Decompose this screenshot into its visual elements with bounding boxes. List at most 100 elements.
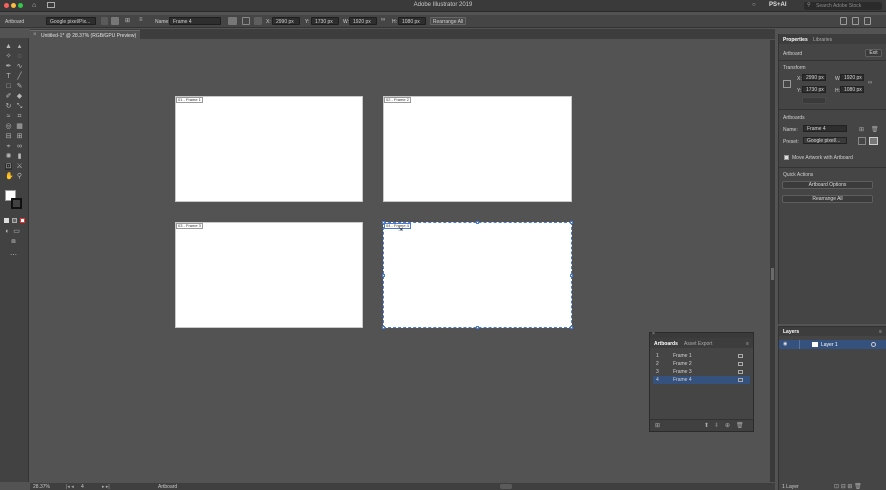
workspace-name[interactable]: PS+AI [769, 2, 787, 8]
rearrange-all-button[interactable]: Rearrange All [430, 17, 466, 25]
layers-footer-icons[interactable]: ⊡ ⊟ ⊞ 🗑 [834, 483, 862, 490]
blend-tool-icon[interactable]: ∞ [16, 143, 23, 150]
close-tab-icon[interactable]: × [33, 32, 37, 38]
artboard-list-item[interactable]: 1 Frame 1 [653, 352, 750, 360]
artboard-options-icon[interactable] [738, 378, 743, 382]
artboard-name[interactable]: Frame 4 [673, 376, 692, 384]
artboard-label[interactable]: 03 - Frame 3 [176, 223, 203, 229]
new-artboard-icon[interactable]: ⊞ [859, 126, 864, 133]
resize-handle[interactable] [570, 326, 573, 329]
tab-asset-export[interactable]: Asset Export [684, 341, 712, 347]
mesh-tool-icon[interactable]: ⊞ [16, 133, 23, 140]
symbol-sprayer-tool-icon[interactable]: ✺ [5, 153, 12, 160]
artboard-options-button[interactable]: Artboard Options [782, 181, 873, 189]
lasso-tool-icon[interactable]: ◌ [16, 53, 23, 60]
constrain-proportions-icon[interactable]: ∞ [868, 80, 872, 86]
resize-handle[interactable] [570, 274, 573, 277]
artboard-list-item[interactable]: 3 Frame 3 [653, 368, 750, 376]
delete-artboard-icon[interactable]: 🗑 [871, 126, 879, 133]
preset-dropdown[interactable]: Google pixel/Pix... [46, 17, 96, 25]
resize-handle[interactable] [476, 221, 479, 224]
artboard-name[interactable]: Frame 2 [673, 360, 692, 368]
document-tab[interactable]: × Untitled-1* @ 28.37% (RGB/GPU Preview) [30, 30, 140, 39]
artboard-2[interactable]: 02 - Frame 2 [383, 96, 572, 202]
warp-tool-icon[interactable]: ≈ [5, 113, 12, 120]
panel-menu-icon[interactable]: ≡ [879, 329, 882, 335]
artboard-list-item-selected[interactable]: 4 Frame 4 [653, 376, 750, 384]
magic-wand-tool-icon[interactable]: ✧ [5, 53, 12, 60]
w-field[interactable]: 1920 px [840, 74, 864, 81]
artboard-name[interactable]: Frame 1 [673, 352, 692, 360]
portrait-button[interactable] [101, 17, 108, 25]
layer-name[interactable]: Layer 1 [821, 342, 838, 348]
w-field[interactable]: 1920 px [349, 17, 377, 25]
free-transform-tool-icon[interactable]: ⌗ [16, 113, 23, 120]
rotation-field[interactable] [802, 97, 826, 104]
direct-selection-tool-icon[interactable]: ▴ [16, 43, 23, 50]
change-screen-mode-icon[interactable]: ⧈ [10, 238, 17, 245]
artboard-label[interactable]: 01 - Frame 1 [176, 97, 203, 103]
artboard-label[interactable]: 02 - Frame 2 [384, 97, 411, 103]
shape-builder-tool-icon[interactable]: ◎ [5, 123, 12, 130]
new-artboard-icon[interactable]: ⊞ [125, 17, 133, 25]
link-icon[interactable]: ∞ [381, 17, 388, 25]
rearrange-icon[interactable]: ⊞ [655, 422, 660, 429]
tab-properties[interactable]: Properties [783, 37, 808, 43]
panel-menu-icon[interactable]: ≡ [746, 341, 749, 347]
x-field[interactable]: 2990 px [802, 74, 826, 81]
live-paint-tool-icon[interactable]: ▦ [16, 123, 23, 130]
artboard-4-selected[interactable]: 04 - Frame 4 ⇲ [382, 221, 573, 329]
y-field[interactable]: 1730 px [802, 86, 826, 93]
h-field[interactable]: 1080 px [398, 17, 426, 25]
artboard-options-icon[interactable] [738, 370, 743, 374]
artboard-nav-next-icon[interactable]: ▸ ▸| [102, 484, 110, 490]
send-to-icon[interactable] [852, 17, 859, 25]
rearrange-all-button[interactable]: Rearrange All [782, 195, 873, 203]
portrait-button[interactable] [858, 137, 866, 145]
resize-handle[interactable] [382, 221, 385, 224]
none-mode-icon[interactable] [20, 218, 25, 223]
tab-artboards[interactable]: Artboards [654, 341, 678, 347]
tab-libraries[interactable]: Libraries [813, 37, 832, 43]
shaper-tool-icon[interactable]: ✐ [5, 93, 12, 100]
close-panel-icon[interactable]: × [652, 331, 655, 337]
resize-handle[interactable] [382, 326, 385, 329]
selection-tool-icon[interactable]: ▲ [5, 43, 12, 50]
delete-artboard-icon[interactable]: ≡ [139, 17, 147, 25]
target-icon[interactable] [871, 342, 876, 347]
horizontal-scroll-thumb[interactable] [500, 484, 512, 489]
arrange-documents-icon[interactable] [840, 17, 847, 25]
move-artwork-checkbox[interactable] [784, 155, 789, 160]
artboard-tool-icon[interactable]: ⊡ [5, 163, 12, 170]
artboard-options-icon[interactable] [738, 362, 743, 366]
rectangle-tool-icon[interactable]: □ [5, 83, 12, 90]
perspective-grid-tool-icon[interactable]: ⊟ [5, 133, 12, 140]
x-field[interactable]: 2990 px [272, 17, 300, 25]
reference-point-icon[interactable] [783, 80, 791, 88]
artboard-name-field[interactable]: Frame 4 [169, 17, 221, 25]
zoom-tool-icon[interactable]: ⚲ [16, 173, 23, 180]
artboard-options-icon[interactable] [738, 354, 743, 358]
artboard-options-icon[interactable] [242, 17, 250, 25]
h-field[interactable]: 1080 px [840, 86, 864, 93]
resize-handle[interactable] [570, 221, 573, 224]
artboard-3[interactable]: 03 - Frame 3 [175, 222, 363, 328]
exit-button[interactable]: Exit [865, 49, 882, 57]
gradient-mode-icon[interactable] [12, 218, 17, 223]
hand-tool-icon[interactable]: ✋ [5, 173, 14, 180]
delete-artboard-icon[interactable]: 🗑 [736, 422, 744, 429]
eraser-tool-icon[interactable]: ◆ [16, 93, 23, 100]
color-mode-icon[interactable] [4, 218, 9, 223]
edit-toolbar-icon[interactable]: ⋯ [10, 252, 17, 259]
new-artboard-icon[interactable]: ⊕ [725, 422, 730, 429]
drawing-mode-icon[interactable]: ◐ [4, 228, 11, 235]
vertical-scroll-thumb[interactable] [771, 268, 774, 280]
reference-point-icon[interactable] [254, 17, 262, 25]
panel-menu-icon[interactable] [864, 17, 871, 25]
layer-row[interactable]: ◉ Layer 1 [779, 340, 886, 349]
artboard-list-item[interactable]: 2 Frame 2 [653, 360, 750, 368]
eyedropper-tool-icon[interactable]: ⌖ [5, 143, 12, 150]
landscape-button[interactable] [869, 137, 878, 145]
slice-tool-icon[interactable]: ⚔ [16, 163, 23, 170]
move-down-icon[interactable]: ⬇ [714, 422, 719, 429]
